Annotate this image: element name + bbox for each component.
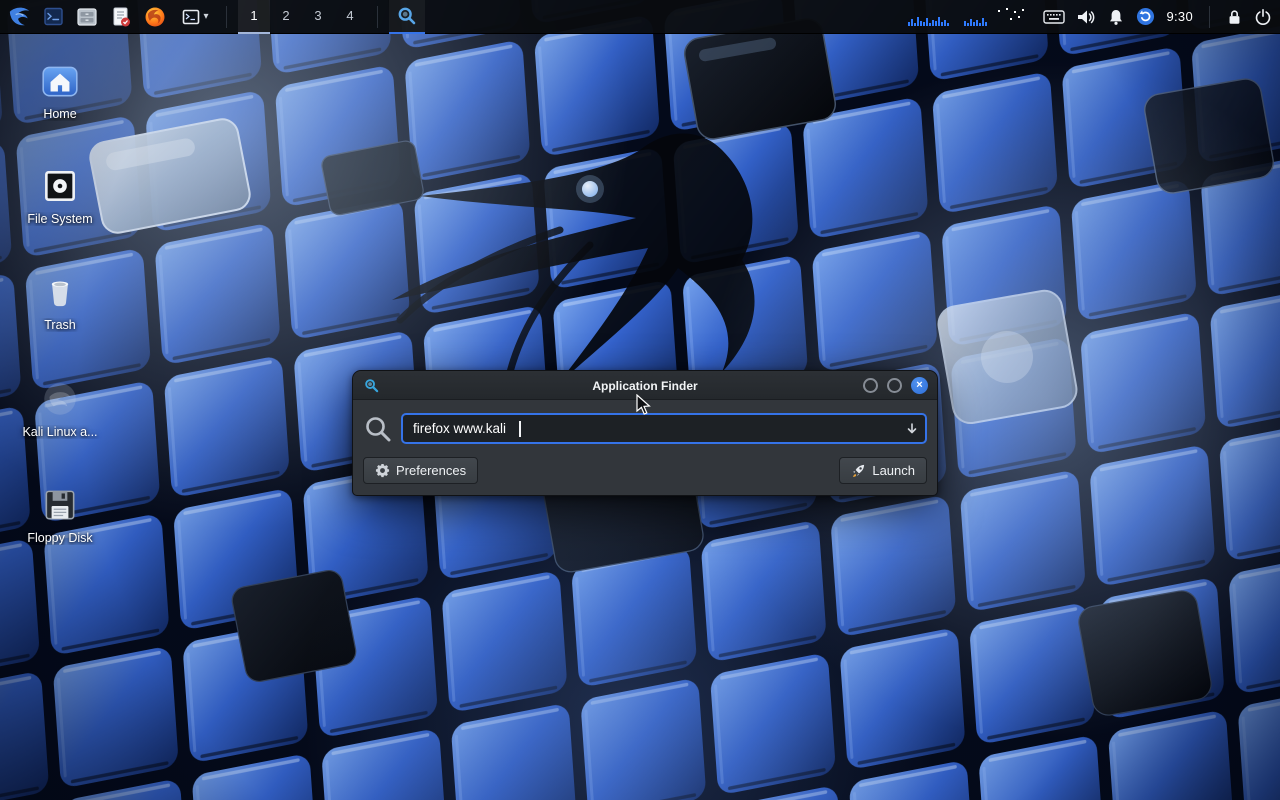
chevron-down-icon: ▾ xyxy=(203,11,208,22)
entry-dropdown-button[interactable] xyxy=(905,422,919,441)
launch-icon xyxy=(851,463,866,478)
search-entry xyxy=(401,413,927,444)
workspace-1-button[interactable]: 1 xyxy=(238,0,270,34)
panel-separator xyxy=(1209,6,1210,28)
desktop-icon-label: Trash xyxy=(12,318,108,332)
desktop-icon-floppy-disk[interactable]: Floppy Disk xyxy=(12,480,108,545)
logout-button[interactable] xyxy=(1254,0,1272,34)
workspace-4-button[interactable]: 4 xyxy=(334,0,366,34)
workspace-switcher: 1 2 3 4 xyxy=(238,0,366,34)
keyboard-icon xyxy=(1043,9,1065,25)
floppy-disk-icon xyxy=(39,484,81,526)
launch-label: Launch xyxy=(872,463,915,478)
volume-icon xyxy=(1076,8,1096,26)
desktop-icon-label: Kali Linux a... xyxy=(12,425,108,439)
system-tray: 9:30 xyxy=(906,0,1280,34)
text-editor-launcher[interactable] xyxy=(107,3,135,31)
application-finder-window: Application Finder × Preferences Launch xyxy=(352,370,938,496)
terminal-icon xyxy=(43,6,64,27)
preferences-button[interactable]: Preferences xyxy=(363,457,478,484)
workspace-3-button[interactable]: 3 xyxy=(302,0,334,34)
kali-cd-icon xyxy=(39,378,81,420)
search-icon xyxy=(363,414,393,444)
keyboard-layout-applet[interactable] xyxy=(1043,0,1065,34)
gear-icon xyxy=(375,463,390,478)
text-caret xyxy=(519,421,521,437)
desktop-icon-label: Floppy Disk xyxy=(12,531,108,545)
terminal-launcher[interactable] xyxy=(39,3,67,31)
taskbar-application-finder[interactable] xyxy=(389,0,425,34)
top-panel: ▾ 1 2 3 4 xyxy=(0,0,1280,34)
desktop-icon-trash[interactable]: Trash xyxy=(12,267,108,332)
power-icon xyxy=(1254,8,1272,26)
home-icon xyxy=(39,60,81,102)
text-editor-icon xyxy=(111,6,131,28)
close-button[interactable]: × xyxy=(911,377,928,394)
file-manager-icon xyxy=(76,7,98,27)
terminal-window-icon xyxy=(181,7,201,27)
minimize-button[interactable] xyxy=(863,378,878,393)
clock[interactable]: 9:30 xyxy=(1166,9,1193,24)
terminal-dropdown-launcher[interactable]: ▾ xyxy=(175,3,215,31)
kali-menu-button[interactable] xyxy=(5,3,33,31)
system-monitor-graph-icon xyxy=(906,4,1032,30)
lock-icon xyxy=(1226,8,1243,26)
update-refresh-icon xyxy=(1136,7,1155,26)
workspace-2-button[interactable]: 2 xyxy=(270,0,302,34)
search-input[interactable] xyxy=(401,413,927,444)
desktop-icon-kali-linux[interactable]: Kali Linux a... xyxy=(12,374,108,439)
panel-separator xyxy=(226,6,227,28)
launch-button[interactable]: Launch xyxy=(839,457,927,484)
updates-applet[interactable] xyxy=(1136,0,1155,34)
desktop-icon-label: File System xyxy=(12,212,108,226)
desktop-icon-file-system[interactable]: File System xyxy=(12,161,108,226)
maximize-button[interactable] xyxy=(887,378,902,393)
preferences-label: Preferences xyxy=(396,463,466,478)
close-icon: × xyxy=(916,379,922,391)
desktop-icon-label: Home xyxy=(12,107,108,121)
arrow-down-icon xyxy=(905,422,919,436)
volume-applet[interactable] xyxy=(1076,0,1096,34)
firefox-icon xyxy=(144,6,166,28)
trash-icon xyxy=(39,271,81,313)
kali-logo-icon xyxy=(7,4,32,29)
bell-icon xyxy=(1107,8,1125,26)
system-monitor-applet[interactable] xyxy=(906,0,1032,34)
file-system-icon xyxy=(39,165,81,207)
desktop-icon-home[interactable]: Home xyxy=(12,56,108,121)
firefox-launcher[interactable] xyxy=(141,3,169,31)
notifications-applet[interactable] xyxy=(1107,0,1125,34)
panel-separator xyxy=(377,6,378,28)
panel-launchers: ▾ 1 2 3 4 xyxy=(0,0,425,34)
screen-lock-button[interactable] xyxy=(1226,0,1243,34)
mouse-cursor xyxy=(636,394,652,416)
application-finder-task-icon xyxy=(397,6,417,26)
file-manager-launcher[interactable] xyxy=(73,3,101,31)
